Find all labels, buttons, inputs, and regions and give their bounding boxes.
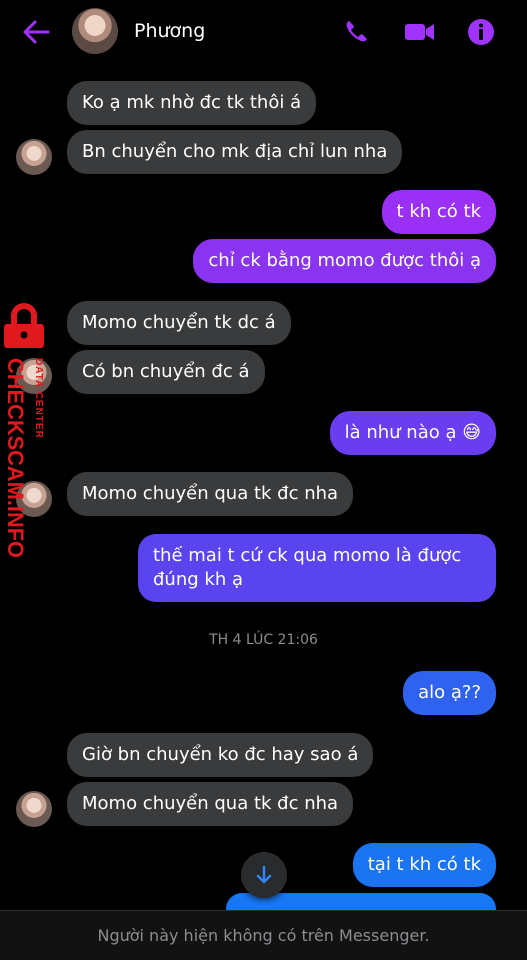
message-bubble-received[interactable]: Momo chuyển qua tk đc nha xyxy=(67,472,354,516)
watermark: CHECKSCAM.INFO DATA CENTER xyxy=(3,303,44,558)
message-bubble-sent[interactable]: tại t kh có tk xyxy=(352,843,496,887)
unavailable-notice: Người này hiện không có trên Messenger. xyxy=(97,926,430,945)
contact-name[interactable]: Phương xyxy=(134,20,205,42)
message-bubble-received[interactable]: Ko ạ mk nhờ đc tk thôi á xyxy=(67,81,317,125)
chat-header: Phương xyxy=(0,0,527,66)
info-icon[interactable] xyxy=(464,16,498,48)
message-bubble-sent[interactable]: t kh có tk xyxy=(381,190,496,234)
message-bubble-sent[interactable]: alo ạ?? xyxy=(403,671,496,715)
message-bubble-received[interactable]: Bn chuyển cho mk địa chỉ lun nha xyxy=(67,130,403,174)
message-bubble-received[interactable]: Momo chuyển qua tk đc nha xyxy=(67,782,354,826)
message-bubble-received[interactable]: Có bn chuyển đc á xyxy=(67,350,265,394)
message-bubble-sent[interactable]: thế mai t cứ ck qua momo là được đúng kh… xyxy=(138,534,496,602)
arrow-down-icon xyxy=(256,865,272,884)
watermark-subtext: DATA CENTER xyxy=(33,358,44,439)
message-bubble-sent[interactable]: là như nào ạ 😅 xyxy=(329,411,496,455)
video-camera-icon[interactable] xyxy=(402,16,436,48)
message-bubble-received[interactable]: Giờ bn chuyển ko đc hay sao á xyxy=(67,733,374,777)
message-bubble-sent[interactable]: chỉ ck bằng momo được thôi ạ xyxy=(193,239,496,283)
phone-icon[interactable] xyxy=(340,16,374,48)
timestamp-separator: TH 4 LÚC 21:06 xyxy=(209,632,318,648)
padlock-icon xyxy=(4,303,44,348)
contact-avatar-small[interactable] xyxy=(16,791,52,827)
arrow-left-icon[interactable] xyxy=(20,17,52,47)
contact-avatar-small[interactable] xyxy=(16,139,52,175)
contact-avatar[interactable] xyxy=(72,8,118,54)
footer-bar: Người này hiện không có trên Messenger. xyxy=(0,910,527,960)
scroll-to-bottom-button[interactable] xyxy=(241,852,287,898)
watermark-text: CHECKSCAM.INFO xyxy=(3,358,28,558)
message-bubble-received[interactable]: Momo chuyển tk dc á xyxy=(67,301,291,345)
